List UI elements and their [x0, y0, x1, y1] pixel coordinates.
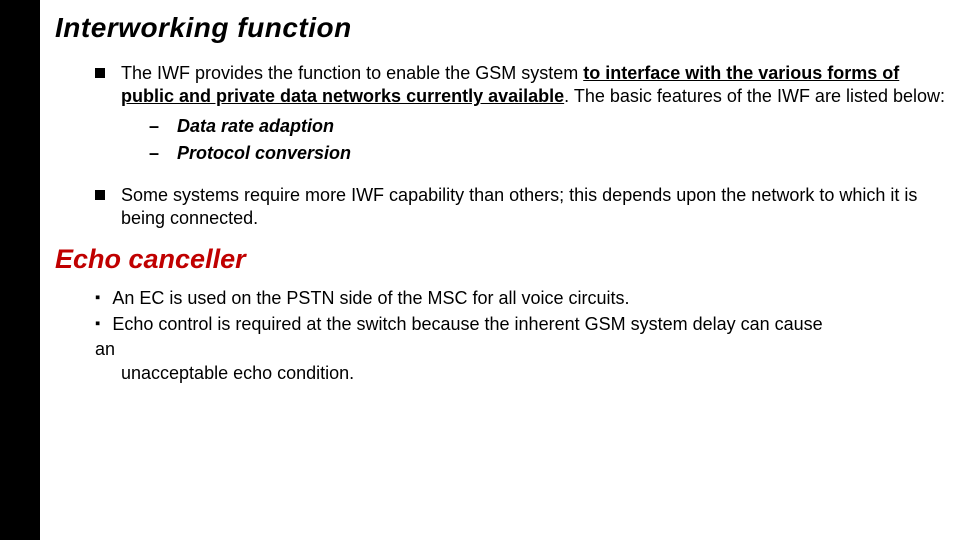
dash-icon: –	[149, 142, 163, 165]
sub-bullet-b: – Protocol conversion	[149, 142, 945, 165]
square-bullet-icon	[95, 68, 105, 78]
bullet-1-text: The IWF provides the function to enable …	[121, 62, 945, 170]
bullet-1-post: . The basic features of the IWF are list…	[564, 86, 945, 106]
bullet-1: The IWF provides the function to enable …	[95, 62, 945, 170]
bullet-group-2: Some systems require more IWF capability…	[95, 184, 945, 231]
slide-content: Interworking function The IWF provides t…	[55, 12, 945, 385]
bullet-2-text: Some systems require more IWF capability…	[121, 184, 945, 231]
ec-2-an: an	[95, 338, 945, 361]
ec-bullet-1: ▪ An EC is used on the PSTN side of the …	[95, 287, 945, 310]
ec-bullet-group: ▪ An EC is used on the PSTN side of the …	[95, 287, 945, 385]
bullet-2: Some systems require more IWF capability…	[95, 184, 945, 231]
square-bullet-icon	[95, 190, 105, 200]
dash-icon: –	[149, 115, 163, 138]
heading-echo: Echo canceller	[55, 244, 945, 275]
square-outline-bullet-icon: ▪	[95, 287, 100, 310]
sub-b-text: Protocol conversion	[177, 142, 351, 165]
sub-bullet-a: – Data rate adaption	[149, 115, 945, 138]
sub-a-text: Data rate adaption	[177, 115, 334, 138]
heading-interworking: Interworking function	[55, 12, 945, 44]
square-outline-bullet-icon: ▪	[95, 313, 100, 336]
ec-2-line2: unacceptable echo condition.	[121, 362, 945, 385]
bullet-1-pre: The IWF provides the function to enable …	[121, 63, 583, 83]
ec-bullet-2: ▪ Echo control is required at the switch…	[95, 313, 945, 336]
left-sidebar	[0, 0, 40, 540]
bullet-group-1: The IWF provides the function to enable …	[95, 62, 945, 170]
ec-1-text: An EC is used on the PSTN side of the MS…	[112, 287, 629, 310]
ec-2-line1: Echo control is required at the switch b…	[112, 313, 822, 336]
sub-bullet-group: – Data rate adaption – Protocol conversi…	[149, 115, 945, 166]
